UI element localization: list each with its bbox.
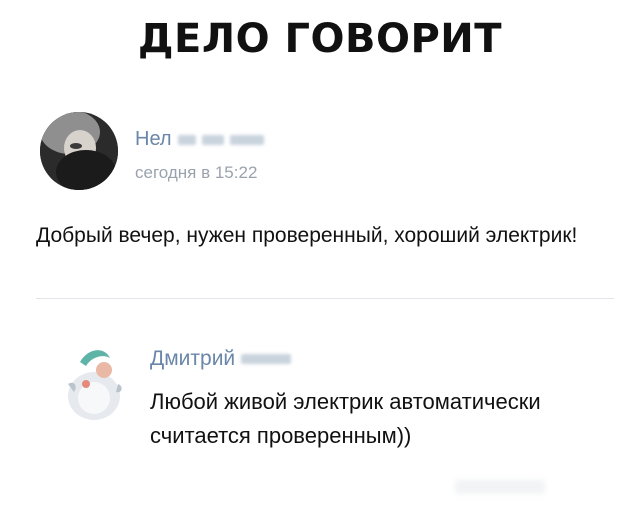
- post-timestamp[interactable]: сегодня в 15:22: [135, 163, 257, 183]
- reply-author-avatar[interactable]: [60, 340, 130, 422]
- redacted-name-block: [201, 134, 224, 145]
- meme-caption-title: ДЕЛО ГОВОРИТ: [137, 16, 503, 62]
- redacted-name-block: [229, 134, 264, 145]
- redacted-name-block: [177, 134, 196, 145]
- watermark: [455, 480, 545, 494]
- comment-divider: [36, 298, 614, 299]
- avatar-photo-icon: [40, 112, 118, 190]
- post-author-name[interactable]: Нел: [135, 128, 264, 151]
- redacted-name-block: [241, 354, 292, 365]
- reply-author-name-text[interactable]: Дмитрий: [150, 347, 235, 370]
- post-author-avatar[interactable]: [40, 112, 118, 190]
- post-author-name-text[interactable]: Нел: [135, 128, 172, 150]
- post-body-text: Добрый вечер, нужен проверенный, хороший…: [36, 224, 578, 247]
- reply-author-name[interactable]: Дмитрий: [150, 347, 292, 371]
- avatar-image-icon: [60, 340, 130, 422]
- reply-body-text: Любой живой электрик автоматически счита…: [150, 389, 541, 448]
